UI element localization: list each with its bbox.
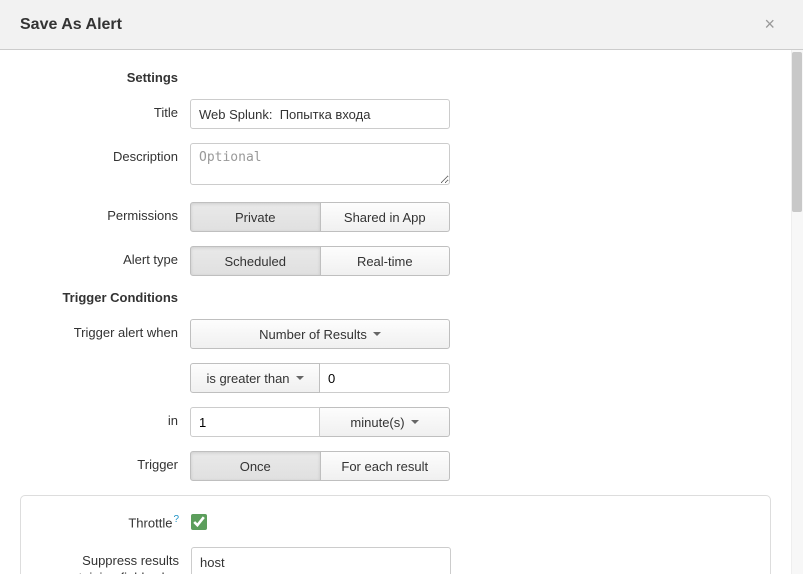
in-value-input[interactable] <box>190 407 320 437</box>
label-in: in <box>20 407 190 428</box>
comparator-dropdown[interactable]: is greater than <box>190 363 320 393</box>
alerttype-realtime-button[interactable]: Real-time <box>321 246 451 276</box>
label-trigger: Trigger <box>20 451 190 472</box>
permissions-shared-button[interactable]: Shared in App <box>321 202 451 232</box>
label-title: Title <box>20 99 190 120</box>
throttle-checkbox[interactable] <box>191 514 207 530</box>
throttle-panel: Throttle? Suppress results containing fi… <box>20 495 771 574</box>
label-permissions: Permissions <box>20 202 190 223</box>
label-alert-type: Alert type <box>20 246 190 267</box>
close-icon[interactable]: × <box>756 10 783 39</box>
dialog-body: Settings Title Description Permissions P… <box>0 50 791 574</box>
scrollbar-thumb[interactable] <box>792 52 802 212</box>
label-throttle: Throttle? <box>21 508 191 530</box>
suppress-field-input[interactable] <box>191 547 451 574</box>
in-unit-dropdown-label: minute(s) <box>350 415 404 430</box>
threshold-input[interactable] <box>320 363 450 393</box>
comparator-dropdown-label: is greater than <box>206 371 289 386</box>
permissions-private-button[interactable]: Private <box>190 202 321 232</box>
description-input[interactable] <box>190 143 450 185</box>
trigger-each-button[interactable]: For each result <box>321 451 451 481</box>
trigger-when-dropdown-label: Number of Results <box>259 327 367 342</box>
scrollbar-track[interactable] <box>791 50 803 574</box>
chevron-down-icon <box>411 420 419 424</box>
dialog-title: Save As Alert <box>20 16 122 34</box>
throttle-help-icon[interactable]: ? <box>173 514 179 525</box>
trigger-when-dropdown[interactable]: Number of Results <box>190 319 450 349</box>
chevron-down-icon <box>296 376 304 380</box>
section-trigger-conditions: Trigger Conditions <box>20 290 190 305</box>
label-trigger-when: Trigger alert when <box>20 319 190 340</box>
label-suppress-field: Suppress results containing field value <box>21 547 191 574</box>
title-input[interactable] <box>190 99 450 129</box>
section-settings: Settings <box>20 70 190 85</box>
alerttype-scheduled-button[interactable]: Scheduled <box>190 246 321 276</box>
label-description: Description <box>20 143 190 164</box>
chevron-down-icon <box>373 332 381 336</box>
trigger-once-button[interactable]: Once <box>190 451 321 481</box>
in-unit-dropdown[interactable]: minute(s) <box>320 407 450 437</box>
